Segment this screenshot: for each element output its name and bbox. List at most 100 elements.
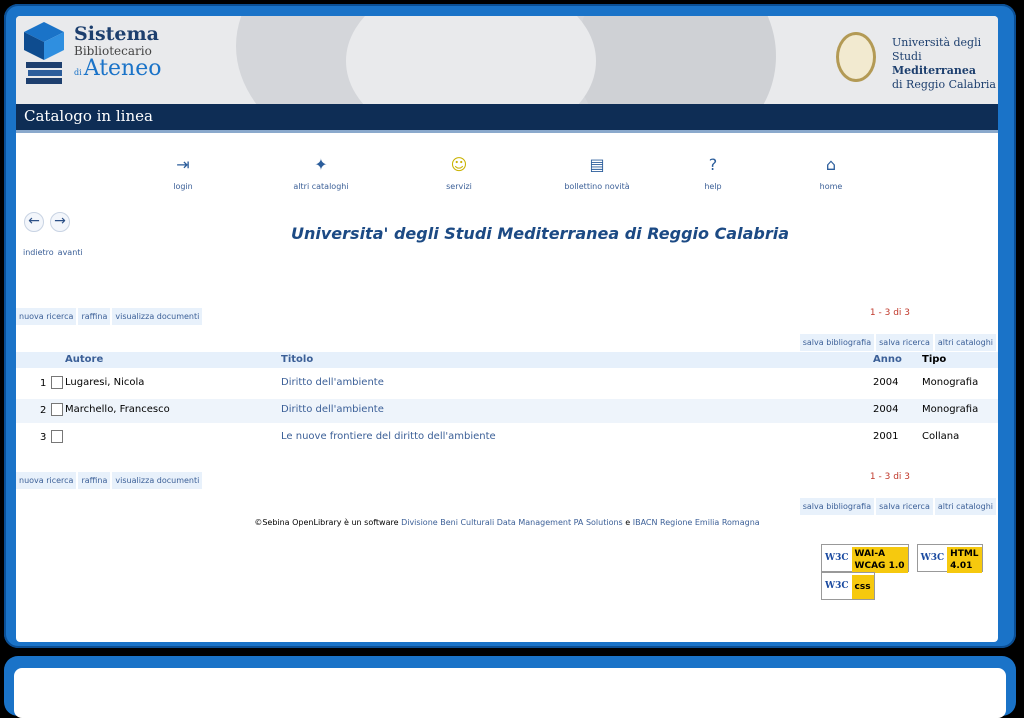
results-table-header: Autore Titolo Anno Tipo bbox=[16, 352, 998, 368]
view-documents-button[interactable]: visualizza documenti bbox=[112, 308, 203, 325]
row-number: 3 bbox=[40, 432, 47, 443]
nav-help-label: help bbox=[704, 182, 722, 191]
back-arrow-icon[interactable]: ← bbox=[24, 212, 44, 232]
column-tipo: Tipo bbox=[922, 354, 947, 365]
row-number: 1 bbox=[40, 378, 47, 389]
page: Sistema Bibliotecario diAteneo Universit… bbox=[16, 16, 998, 642]
refine-button[interactable]: raffina bbox=[78, 308, 111, 325]
nav-help[interactable]: ? help bbox=[668, 154, 758, 191]
nav-servizi[interactable]: ☺ servizi bbox=[414, 154, 504, 191]
new-search-button[interactable]: nuova ricerca bbox=[16, 308, 77, 325]
row-autore: Lugaresi, Nicola bbox=[65, 377, 145, 388]
html-valid-badge[interactable]: W3C HTML 4.01 bbox=[916, 544, 983, 573]
table-row: 3 Le nuove frontiere del diritto dell'am… bbox=[16, 426, 998, 450]
login-icon: ⇥ bbox=[176, 155, 190, 174]
home-icon: ⌂ bbox=[825, 155, 837, 174]
history-arrows: ← → bbox=[24, 210, 76, 232]
row-titolo-link[interactable]: Diritto dell'ambiente bbox=[281, 404, 384, 415]
footer-link-ibacn[interactable]: IBACN Regione Emilia Romagna bbox=[633, 518, 760, 527]
wai-label: WAI-A bbox=[854, 549, 886, 559]
brand-logo-text: Sistema Bibliotecario diAteneo bbox=[74, 24, 161, 84]
w3c-logo: W3C bbox=[920, 553, 945, 563]
results-tools-top: salva bibliografia salva ricerca altri cat… bbox=[776, 330, 996, 352]
wai-a-badge[interactable]: W3C WAI-A WCAG 1.0 bbox=[821, 544, 909, 573]
nav-bollettino-label: bollettino novità bbox=[564, 182, 630, 191]
save-bibliography-button[interactable]: salva bibliografia bbox=[799, 334, 875, 351]
table-row: 2 Marchello, Francesco Diritto dell'ambi… bbox=[16, 399, 998, 423]
back-link[interactable]: indietro bbox=[23, 248, 54, 257]
header: Sistema Bibliotecario diAteneo Universit… bbox=[16, 16, 998, 104]
column-titolo[interactable]: Titolo bbox=[281, 354, 313, 365]
brand-di: di bbox=[74, 68, 82, 77]
history-labels: indietro avanti bbox=[23, 248, 87, 257]
nav-altri-cataloghi[interactable]: ✦ altri cataloghi bbox=[276, 154, 366, 191]
html-label: HTML bbox=[950, 549, 979, 559]
table-row: 1 Lugaresi, Nicola Diritto dell'ambiente… bbox=[16, 372, 998, 396]
pager: 1 - 3 di 3 bbox=[869, 472, 910, 482]
university-name: Università degli Studi Mediterranea di R… bbox=[892, 36, 998, 92]
catalogs-icon: ✦ bbox=[314, 155, 328, 174]
w3c-badges: W3C WAI-A WCAG 1.0 W3C HTML 4.01 W3C css bbox=[818, 544, 998, 600]
row-checkbox[interactable] bbox=[51, 376, 63, 389]
results-toolbar-bottom: nuova ricerca raffina visualizza documenti… bbox=[16, 468, 998, 489]
university-line1: Università degli Studi bbox=[892, 36, 982, 63]
nav-home[interactable]: ⌂ home bbox=[786, 154, 876, 191]
row-anno: 2004 bbox=[873, 404, 899, 415]
row-checkbox[interactable] bbox=[51, 403, 63, 416]
nav-altri-cataloghi-label: altri cataloghi bbox=[293, 182, 349, 191]
html-version-label: 4.01 bbox=[950, 561, 973, 571]
save-search-button[interactable]: salva ricerca bbox=[876, 334, 933, 351]
header-decoration bbox=[346, 16, 596, 104]
save-bibliography-button[interactable]: salva bibliografia bbox=[799, 498, 875, 515]
nav-login-label: login bbox=[173, 182, 193, 191]
save-search-button[interactable]: salva ricerca bbox=[876, 498, 933, 515]
smiley-icon: ☺ bbox=[450, 155, 468, 174]
results-toolbar-top: nuova ricerca raffina visualizza documenti… bbox=[16, 304, 998, 325]
title-bar: Catalogo in linea bbox=[16, 104, 998, 133]
page-title: Universita' degli Studi Mediterranea di … bbox=[291, 224, 790, 243]
university-line3: di Reggio Calabria bbox=[892, 78, 996, 91]
css-valid-badge[interactable]: W3C css bbox=[821, 572, 875, 600]
lower-panel bbox=[14, 668, 1006, 718]
nav-bollettino[interactable]: ▤ bollettino novità bbox=[552, 154, 642, 191]
other-catalogs-button[interactable]: altri cataloghi bbox=[934, 334, 996, 351]
column-autore[interactable]: Autore bbox=[65, 354, 103, 365]
row-number: 2 bbox=[40, 405, 47, 416]
row-tipo: Monografia bbox=[922, 377, 979, 388]
row-anno: 2004 bbox=[873, 377, 899, 388]
university-seal-icon bbox=[836, 32, 876, 82]
w3c-logo: W3C bbox=[825, 553, 849, 563]
footer-credits: ©Sebina OpenLibrary è un software Divisi… bbox=[16, 518, 998, 527]
refine-button[interactable]: raffina bbox=[78, 472, 111, 489]
top-nav: ⇥ login ✦ altri cataloghi ☺ servizi ▤ bo… bbox=[16, 154, 998, 200]
column-anno[interactable]: Anno bbox=[873, 354, 902, 365]
books-logo-icon bbox=[24, 22, 64, 84]
row-anno: 2001 bbox=[873, 431, 899, 442]
w3c-logo: W3C bbox=[825, 581, 849, 591]
footer-link-divisione[interactable]: Divisione Beni Culturali Data Management… bbox=[401, 518, 623, 527]
nav-login[interactable]: ⇥ login bbox=[138, 154, 228, 191]
newsletter-icon: ▤ bbox=[589, 155, 605, 174]
view-documents-button[interactable]: visualizza documenti bbox=[112, 472, 203, 489]
catalog-title: Catalogo in linea bbox=[24, 107, 153, 125]
other-catalogs-button[interactable]: altri cataloghi bbox=[934, 498, 996, 515]
new-search-button[interactable]: nuova ricerca bbox=[16, 472, 77, 489]
row-titolo-link[interactable]: Le nuove frontiere del diritto dell'ambi… bbox=[281, 431, 496, 442]
wai-sub-label: WCAG 1.0 bbox=[854, 561, 905, 571]
forward-link[interactable]: avanti bbox=[58, 248, 83, 257]
footer-prefix: ©Sebina OpenLibrary è un software bbox=[254, 518, 402, 527]
row-tipo: Collana bbox=[922, 431, 960, 442]
university-line2: Mediterranea bbox=[892, 64, 976, 77]
brand-line1: Sistema bbox=[74, 23, 159, 45]
row-titolo-link[interactable]: Diritto dell'ambiente bbox=[281, 377, 384, 388]
css-label: css bbox=[851, 575, 874, 599]
row-tipo: Monografia bbox=[922, 404, 979, 415]
results-tools-bottom: salva bibliografia salva ricerca altri cat… bbox=[776, 494, 996, 516]
brand-line3: Ateneo bbox=[83, 56, 162, 81]
row-checkbox[interactable] bbox=[51, 430, 63, 443]
nav-servizi-label: servizi bbox=[446, 182, 472, 191]
forward-arrow-icon[interactable]: → bbox=[50, 212, 70, 232]
header-decoration bbox=[576, 16, 776, 104]
pager: 1 - 3 di 3 bbox=[869, 308, 910, 318]
help-icon: ? bbox=[708, 155, 718, 174]
